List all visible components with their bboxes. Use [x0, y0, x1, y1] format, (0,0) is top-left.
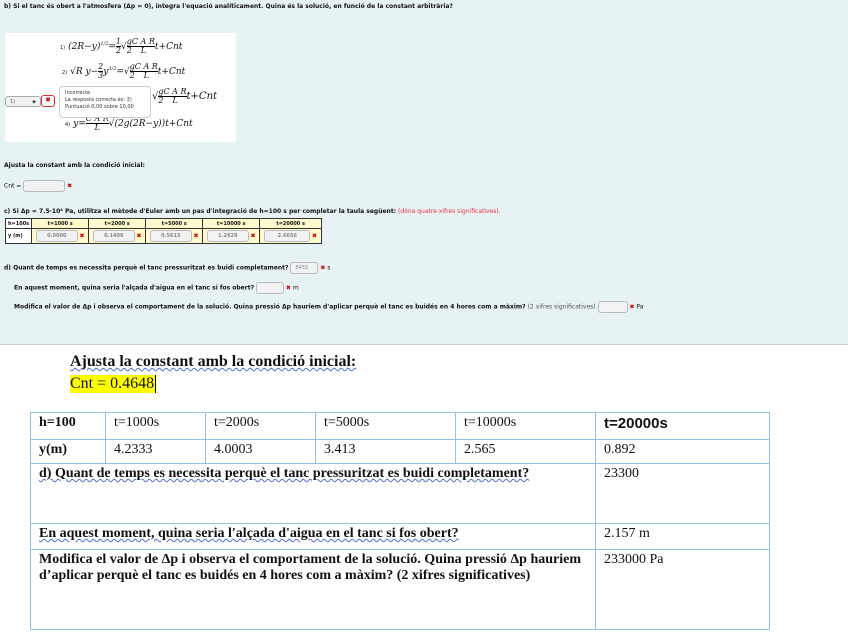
document: Ajusta la constant amb la condició inici… — [0, 345, 848, 639]
value-cell: 4.2333 — [105, 439, 206, 464]
header-cell: t=5000 s — [145, 218, 204, 229]
wrong-icon: ✖ — [193, 232, 199, 240]
doc-table: h=100 t=1000s t=2000s t=5000s t=10000s t… — [30, 412, 770, 630]
wrong-icon: ✖ — [285, 284, 291, 292]
euler-input[interactable]: 0.5615 — [149, 230, 192, 242]
unit-label: Pa — [636, 303, 644, 311]
euler-cell: 0.5615 ✖ — [145, 228, 204, 244]
wrong-icon: ✖ — [79, 232, 85, 240]
value-cell: 4.0003 — [205, 439, 316, 464]
wrong-icon: ✖ — [41, 95, 55, 107]
question-cell: d) Quant de temps es necessita perquè el… — [30, 463, 596, 524]
question-b: b) Si el tanc és obert a l'atmosfera (Δp… — [4, 3, 453, 10]
option-3: √ g 2 C A R Lt+Cnt — [152, 87, 218, 105]
header-cell: h=100s — [4, 218, 33, 229]
question-cell: Modifica el valor de Δp i observa el com… — [30, 549, 596, 630]
euler-cell: 0.0000 ✖ — [31, 228, 90, 244]
answer-select[interactable]: 1) ◆ — [5, 96, 41, 107]
height-input[interactable] — [255, 282, 284, 294]
table-row: Modifica el valor de Δp i observa el com… — [30, 549, 770, 630]
value-cell: 2.565 — [455, 439, 596, 464]
time-input[interactable]: 8455 — [290, 262, 319, 274]
header-cell: t=5000s — [315, 412, 456, 440]
header-cell: t=2000 s — [88, 218, 147, 229]
header-cell: t=1000s — [105, 412, 206, 440]
header-cell: t=20000s — [595, 412, 770, 440]
option-1: 1) (2R−y)1/2= 1 2 √ g 2 C A R Lt+Cnt — [60, 37, 183, 55]
wrong-icon: ✖ — [629, 303, 635, 311]
doc-cnt-value[interactable]: Cnt = 0.4648 — [70, 375, 157, 393]
unit-label: s — [327, 264, 331, 272]
pressure-input[interactable] — [597, 301, 628, 313]
euler-cell: 0.1406 ✖ — [88, 228, 147, 244]
quiz-panel: b) Si el tanc és obert a l'atmosfera (Δp… — [0, 0, 848, 345]
question-c: c) Si Δp = 7.5·10⁴ Pa, utilitza el mètod… — [4, 208, 397, 215]
wrong-icon: ✖ — [136, 232, 142, 240]
row-label: y (m) — [4, 228, 33, 244]
euler-input[interactable]: 0.1406 — [92, 230, 135, 242]
adjust-label: Ajusta la constant amb la condició inici… — [4, 162, 145, 169]
row-label: y(m) — [30, 439, 106, 464]
answer-cell: 23300 — [595, 463, 770, 524]
option-2: 2) √R y− 2 3 y3/2=√ g 2 C A R Lt+Cnt — [62, 62, 186, 80]
euler-input[interactable]: 2.6656 — [264, 230, 311, 242]
feedback-tooltip: Incorrecte La resposta correcta és: 3) P… — [59, 86, 151, 118]
wrong-icon: ✖ — [250, 232, 256, 240]
question-d: d) Quant de temps es necessita perquè el… — [4, 264, 289, 272]
wrong-icon: ✖ — [320, 264, 326, 272]
header-cell: t=10000 s — [202, 218, 261, 229]
question-d3: Modifica el valor de Δp i observa el com… — [14, 303, 526, 311]
question-d2: En aquest moment, quina seria l'alçada d… — [14, 284, 255, 292]
answer-cell: 233000 Pa — [595, 549, 770, 630]
doc-adjust-heading: Ajusta la constant amb la condició inici… — [70, 353, 357, 370]
header-cell: t=10000s — [455, 412, 596, 440]
euler-cell: 2.6656 ✖ — [259, 228, 323, 244]
table-row: h=100 t=1000s t=2000s t=5000s t=10000s t… — [30, 412, 770, 440]
euler-input[interactable]: 1.2629 — [206, 230, 249, 242]
value-cell: 3.413 — [315, 439, 456, 464]
euler-table: h=100s t=1000 s t=2000 s t=5000 s t=1000… — [4, 218, 323, 244]
header-cell: h=100 — [30, 412, 106, 440]
table-row: d) Quant de temps es necessita perquè el… — [30, 463, 770, 524]
unit-label: m — [292, 284, 299, 292]
wrong-icon: ✖ — [312, 232, 318, 240]
header-cell: t=1000 s — [31, 218, 90, 229]
header-cell: t=20000 s — [259, 218, 323, 229]
cnt-label: Cnt = — [4, 182, 22, 190]
wrong-icon: ✖ — [67, 182, 73, 190]
header-cell: t=2000s — [205, 412, 316, 440]
euler-input[interactable]: 0.0000 — [35, 230, 78, 242]
value-cell: 0.892 — [595, 439, 770, 464]
note: (2 xifres significatives) — [527, 303, 596, 311]
question-c-note: (dóna quatre xifres significatives). — [398, 208, 501, 215]
euler-cell: 1.2629 ✖ — [202, 228, 261, 244]
table-row: y(m) 4.2333 4.0003 3.413 2.565 0.892 — [30, 439, 770, 464]
answer-cell: 2.157 m — [595, 523, 770, 550]
cnt-input[interactable] — [23, 180, 66, 192]
question-cell: En aquest moment, quina seria l'alçada d… — [30, 523, 596, 550]
table-row: En aquest moment, quina seria l'alçada d… — [30, 523, 770, 550]
